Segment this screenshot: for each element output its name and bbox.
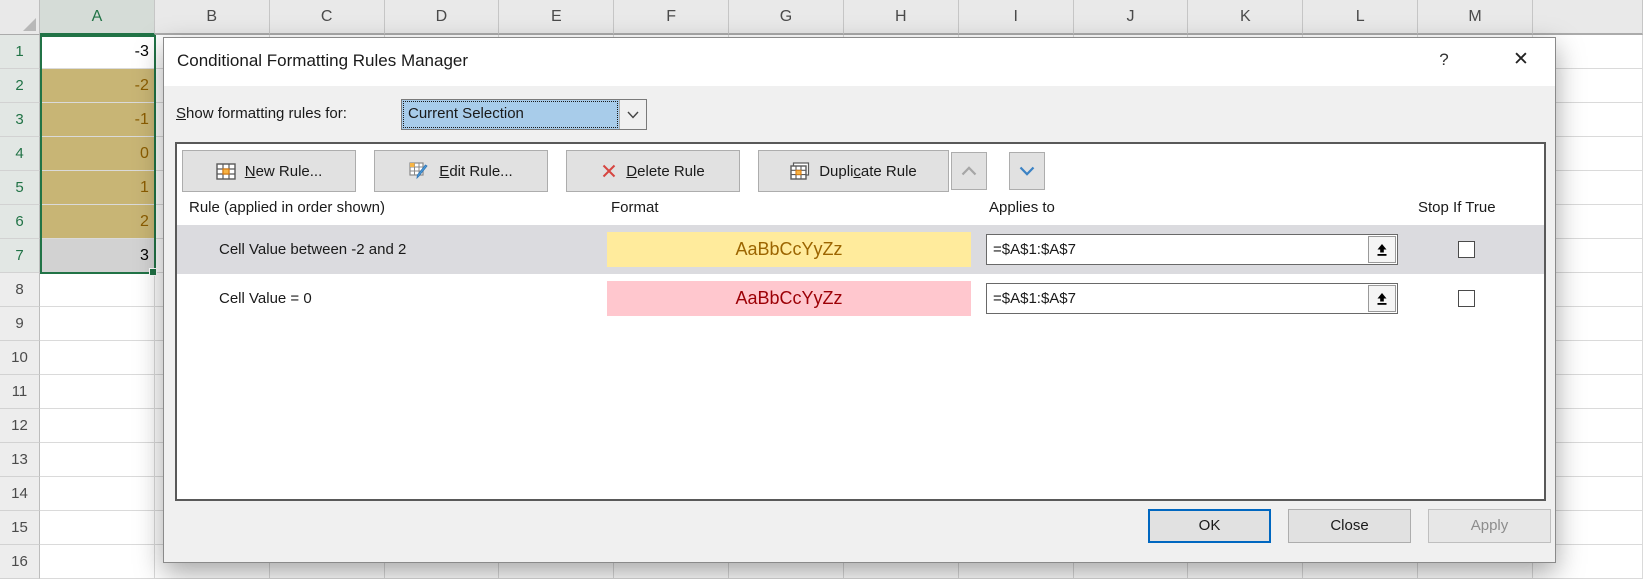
column-header-E[interactable]: E — [499, 0, 614, 35]
stop-if-true-checkbox[interactable] — [1458, 241, 1475, 258]
cell-A3[interactable]: -1 — [40, 103, 155, 137]
new-rule-button[interactable]: New Rule... — [182, 150, 356, 192]
new-rule-icon — [216, 163, 236, 180]
edit-rule-label: Edit Rule... — [439, 163, 512, 180]
header-stop-if-true: Stop If True — [1418, 199, 1496, 216]
row-header-13[interactable]: 13 — [0, 443, 40, 477]
row-header-8[interactable]: 8 — [0, 273, 40, 307]
header-format: Format — [611, 199, 659, 216]
cell-A5[interactable]: 1 — [40, 171, 155, 205]
format-preview: AaBbCcYyZz — [607, 232, 971, 267]
duplicate-rule-label: Duplicate Rule — [819, 163, 917, 180]
row-header-11[interactable]: 11 — [0, 375, 40, 409]
column-header-blank[interactable] — [1533, 0, 1643, 35]
cf-rules-manager-dialog: Conditional Formatting Rules Manager ? ✕… — [163, 37, 1556, 563]
delete-rule-icon — [601, 163, 617, 179]
row-header-6[interactable]: 6 — [0, 205, 40, 239]
cell-A11[interactable] — [40, 375, 155, 409]
column-headers: ABCDEFGHIJKLM — [40, 0, 1643, 35]
rule-description: Cell Value = 0 — [219, 274, 312, 323]
column-header-G[interactable]: G — [729, 0, 844, 35]
row-headers: 12345678910111213141516 — [0, 35, 40, 579]
cell-A7[interactable]: 3 — [40, 239, 155, 273]
column-header-L[interactable]: L — [1303, 0, 1418, 35]
header-rule: Rule (applied in order shown) — [189, 199, 385, 216]
column-header-K[interactable]: K — [1188, 0, 1303, 35]
row-header-14[interactable]: 14 — [0, 477, 40, 511]
cell-A6[interactable]: 2 — [40, 205, 155, 239]
row-header-15[interactable]: 15 — [0, 511, 40, 545]
cell-A9[interactable] — [40, 307, 155, 341]
row-header-4[interactable]: 4 — [0, 137, 40, 171]
collapse-dialog-icon[interactable] — [1368, 285, 1396, 312]
help-icon[interactable]: ? — [1432, 50, 1456, 70]
cell-A15[interactable] — [40, 511, 155, 545]
row-header-3[interactable]: 3 — [0, 103, 40, 137]
cell-A14[interactable] — [40, 477, 155, 511]
row-header-7[interactable]: 7 — [0, 239, 40, 273]
delete-rule-button[interactable]: Delete Rule — [566, 150, 740, 192]
move-rule-up-button[interactable] — [951, 152, 987, 190]
chevron-down-icon[interactable] — [619, 100, 646, 129]
column-header-M[interactable]: M — [1418, 0, 1533, 35]
dialog-titlebar: Conditional Formatting Rules Manager ? ✕ — [164, 38, 1555, 86]
select-all-corner[interactable] — [0, 0, 40, 35]
apply-button: Apply — [1428, 509, 1551, 543]
format-preview: AaBbCcYyZz — [607, 281, 971, 316]
cell-A12[interactable] — [40, 409, 155, 443]
column-header-A[interactable]: A — [40, 0, 155, 35]
chevron-up-icon — [961, 166, 977, 176]
applies-to-value[interactable]: =$A$1:$A$7 — [987, 235, 1367, 264]
delete-rule-label: Delete Rule — [626, 163, 704, 180]
applies-to-field[interactable]: =$A$1:$A$7 — [986, 283, 1398, 314]
column-header-J[interactable]: J — [1074, 0, 1189, 35]
cell-A13[interactable] — [40, 443, 155, 477]
show-rules-label: Show formatting rules for: — [176, 105, 347, 122]
row-header-10[interactable]: 10 — [0, 341, 40, 375]
row-header-5[interactable]: 5 — [0, 171, 40, 205]
rule-row[interactable]: Cell Value between -2 and 2 AaBbCcYyZz =… — [177, 225, 1544, 274]
row-header-1[interactable]: 1 — [0, 35, 40, 69]
fill-handle[interactable] — [149, 268, 157, 276]
applies-to-field[interactable]: =$A$1:$A$7 — [986, 234, 1398, 265]
cell-A16[interactable] — [40, 545, 155, 579]
cell-A2[interactable]: -2 — [40, 69, 155, 103]
duplicate-rule-button[interactable]: Duplicate Rule — [758, 150, 949, 192]
edit-rule-button[interactable]: Edit Rule... — [374, 150, 548, 192]
ok-button[interactable]: OK — [1148, 509, 1271, 543]
cell-A8[interactable] — [40, 273, 155, 307]
rule-description: Cell Value between -2 and 2 — [219, 225, 406, 274]
column-header-H[interactable]: H — [844, 0, 959, 35]
duplicate-rule-icon — [790, 162, 810, 180]
row-header-9[interactable]: 9 — [0, 307, 40, 341]
column-header-I[interactable]: I — [959, 0, 1074, 35]
close-button[interactable]: Close — [1288, 509, 1411, 543]
cell-A4[interactable]: 0 — [40, 137, 155, 171]
new-rule-label: New Rule... — [245, 163, 323, 180]
header-applies-to: Applies to — [989, 199, 1055, 216]
collapse-dialog-icon[interactable] — [1368, 236, 1396, 263]
column-header-D[interactable]: D — [385, 0, 500, 35]
close-icon[interactable]: ✕ — [1508, 48, 1534, 71]
move-rule-down-button[interactable] — [1009, 152, 1045, 190]
row-header-12[interactable]: 12 — [0, 409, 40, 443]
cell-A10[interactable] — [40, 341, 155, 375]
rules-list-panel: New Rule... Edit Rule... Delete Rule — [175, 142, 1546, 501]
column-header-F[interactable]: F — [614, 0, 729, 35]
row-header-16[interactable]: 16 — [0, 545, 40, 579]
excel-app: ABCDEFGHIJKLM 12345678910111213141516 -3… — [0, 0, 1643, 579]
show-rules-dropdown[interactable]: Current Selection — [401, 99, 647, 130]
column-header-C[interactable]: C — [270, 0, 385, 35]
applies-to-value[interactable]: =$A$1:$A$7 — [987, 284, 1367, 313]
edit-rule-icon — [409, 162, 430, 180]
cell-A1[interactable]: -3 — [40, 35, 155, 69]
row-header-2[interactable]: 2 — [0, 69, 40, 103]
dialog-title: Conditional Formatting Rules Manager — [177, 51, 468, 71]
rule-row[interactable]: Cell Value = 0 AaBbCcYyZz =$A$1:$A$7 — [177, 274, 1544, 323]
chevron-down-icon — [1019, 166, 1035, 176]
show-rules-value: Current Selection — [402, 100, 619, 129]
column-header-B[interactable]: B — [155, 0, 270, 35]
stop-if-true-checkbox[interactable] — [1458, 290, 1475, 307]
